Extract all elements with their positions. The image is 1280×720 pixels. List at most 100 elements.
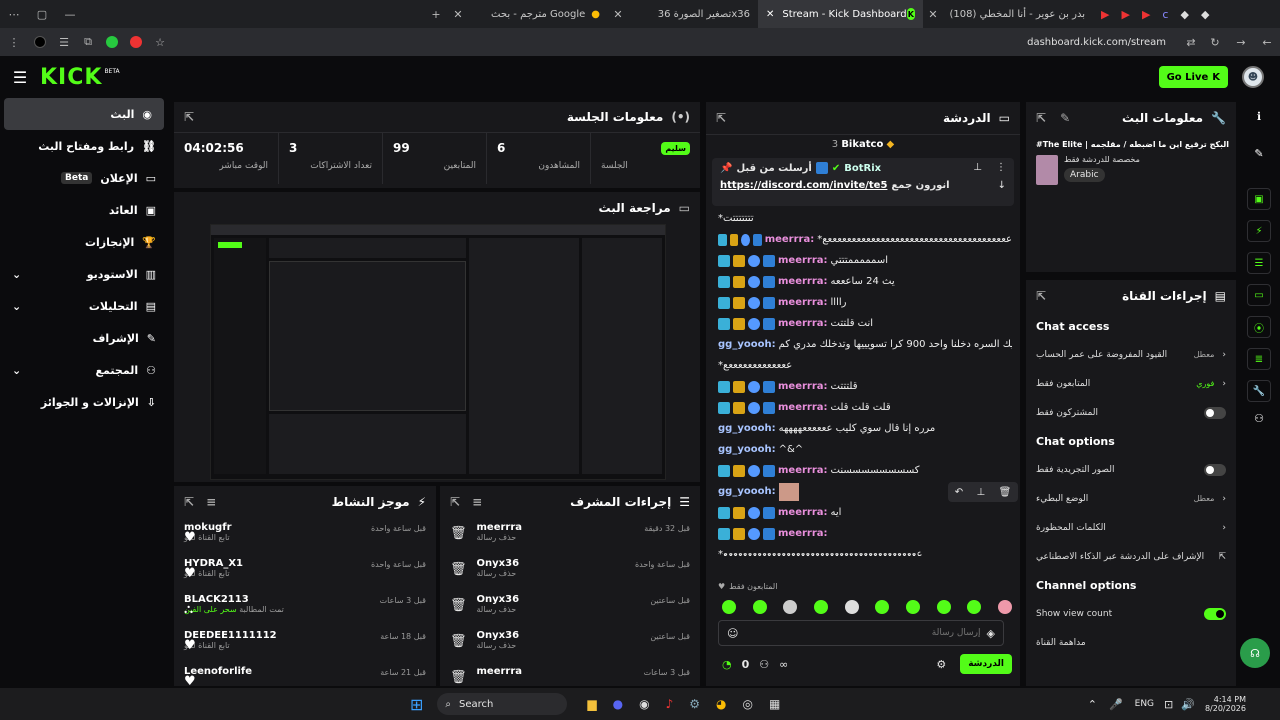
chat-message[interactable]: meerrra: قلت قلت قلت (718, 397, 1012, 418)
close-icon[interactable]: ✕ (766, 9, 774, 20)
infinity-icon[interactable]: ∞ (779, 658, 788, 671)
popout-icon[interactable]: ⇱ (1036, 289, 1046, 303)
hamburger-menu-icon[interactable]: ☰ (0, 68, 40, 87)
sidebar-item[interactable]: ▭ الإعلان Beta (0, 162, 168, 194)
timer-icon[interactable]: ◔ (722, 658, 732, 671)
extensions-icon[interactable]: ⧉ (76, 35, 100, 49)
edit-icon[interactable]: ✎ (1240, 147, 1278, 160)
channel-setting-row[interactable]: Show view count (1036, 599, 1226, 628)
minimize-icon[interactable]: — (56, 8, 84, 21)
chat-input[interactable]: ☺ ◈ (718, 620, 1004, 646)
chat-username[interactable]: meerrra: (778, 381, 828, 392)
wrench-icon[interactable]: 🔧 (1247, 380, 1271, 402)
radio-icon[interactable]: ⦿ (1247, 316, 1271, 338)
profile-icon[interactable] (34, 36, 46, 48)
popout-icon[interactable]: ⇱ (450, 495, 460, 509)
sidebar-item[interactable]: ⇩ الإنزالات و الجوائز (0, 386, 168, 418)
clock[interactable]: 4:14 PM 8/20/2026 (1205, 695, 1246, 713)
reply-icon[interactable]: ↶ (955, 487, 963, 498)
red-extension-icon[interactable] (130, 36, 142, 48)
steam-icon[interactable]: ⚙ (689, 697, 700, 711)
close-icon[interactable]: ✕ (608, 8, 628, 21)
chat-message[interactable]: meerrra: راااا (718, 292, 1012, 313)
emote-icon[interactable] (783, 600, 798, 614)
chat-message[interactable]: meerrra: قلتتتت (718, 376, 1012, 397)
pin-icon[interactable]: ⊥ (973, 162, 982, 174)
mod-action-item[interactable]: قبل 32 دقيقة 🗑 meerrra حذف رسالة (440, 518, 700, 554)
chat-username[interactable]: gg_yoooh: (718, 423, 776, 434)
browser-tab-active[interactable]: ✕ Stream - Kick Dashboard K (758, 0, 923, 28)
tray-chevron-icon[interactable]: ⌃ (1088, 698, 1097, 711)
stream-preview-video[interactable] (210, 224, 666, 480)
close-icon[interactable]: ✕ (923, 8, 943, 21)
sidebar-item[interactable]: 🏆 الإنجازات (0, 226, 168, 258)
app-icon[interactable]: ▦ (769, 697, 780, 711)
taskbar-search[interactable]: ⌕ Search (437, 693, 568, 715)
bookmark-star-icon[interactable]: ☆ (148, 36, 172, 49)
emote-icon[interactable] (813, 600, 828, 614)
chat-message[interactable]: gg_yoooh: ^&^ (718, 439, 1012, 460)
filter-icon[interactable]: ≡ (206, 495, 216, 509)
sidebar-item[interactable]: ▤ التحليلات ⌄ (0, 290, 168, 322)
filter-icon[interactable]: ≡ (472, 495, 482, 509)
url-text[interactable]: dashboard.kick.com/stream (1027, 37, 1166, 48)
chat-username[interactable]: meerrra: (778, 297, 828, 308)
chat-username[interactable]: meerrra: (778, 318, 828, 329)
emote-icon[interactable] (875, 600, 890, 614)
emoji-picker-icon[interactable]: ☺ (727, 627, 738, 640)
menu-icon[interactable]: ⋮ (0, 36, 28, 49)
chat-message-input[interactable] (744, 628, 981, 638)
more-icon[interactable]: ⋮ (996, 162, 1006, 174)
video-panel-icon[interactable]: ▣ (1247, 188, 1271, 210)
chat-username[interactable]: meerrra: (765, 234, 815, 245)
chat-username[interactable]: gg_yoooh: (718, 339, 776, 350)
channel-setting-row[interactable]: الكلمات المحظورة › (1036, 513, 1226, 542)
chat-message[interactable]: meerrra: *ععععععععععععععععععععععععععععععع… (718, 229, 1012, 250)
sidebar-item[interactable]: ◉ البث (4, 98, 164, 130)
extension-icon[interactable]: c (1162, 8, 1168, 21)
popout-icon[interactable]: ⇱ (716, 111, 726, 125)
help-support-icon[interactable]: ☊ (1240, 638, 1270, 668)
emote-icon[interactable] (722, 600, 736, 614)
chat-message[interactable]: *تتتتتتتت (718, 208, 1012, 229)
obs-icon[interactable]: ◎ (743, 697, 753, 711)
channel-setting-row[interactable]: مداهمة القناة (1036, 628, 1226, 657)
pinned-link[interactable]: https://discord.com/invite/te5 (720, 180, 887, 191)
go-live-button[interactable]: Go Live K (1158, 66, 1228, 88)
users-icon[interactable]: ⚇ (1240, 412, 1278, 425)
browser-tab[interactable]: تصغير الصورة 36x36 (628, 0, 758, 28)
file-explorer-icon[interactable]: ▆ (587, 697, 596, 711)
channel-setting-row[interactable]: الإشراف على الدردشة عبر الذكاء الاصطناعي… (1036, 542, 1226, 571)
chat-username[interactable]: meerrra: (778, 255, 828, 266)
channel-setting-row[interactable]: المتابعون فقط فوري › (1036, 369, 1226, 398)
shield-icon[interactable]: ◈ (987, 627, 995, 640)
emote-icon[interactable] (997, 600, 1012, 614)
activity-item[interactable]: قبل ساعة واحدة ♥ HYDRA_X1 تابع القناة للتو (174, 554, 436, 590)
list-icon[interactable]: ☰ (1247, 252, 1271, 274)
chat-message[interactable]: *ععععععععععععععععععععععععععععععععععععععع… (718, 544, 1012, 556)
activity-item[interactable]: قبل 3 ساعات ⛬ BLACK2113 تمت المطالبة سحر عل… (174, 590, 436, 626)
info-icon[interactable]: ℹ (1240, 110, 1278, 123)
green-extension-icon[interactable] (106, 36, 118, 48)
chat-message[interactable]: *عععععععععععععع (718, 355, 1012, 376)
users-icon[interactable]: ⚇ (759, 658, 769, 671)
discord-icon[interactable]: ● (613, 697, 623, 711)
chat-username[interactable]: meerrra: (778, 528, 828, 539)
app-icon[interactable]: ◉ (639, 697, 649, 711)
chat-message[interactable]: meerrra: كسسسسسسسسنت (718, 460, 1012, 481)
chat-username[interactable]: meerrra: (778, 465, 828, 476)
youtube-icon[interactable]: ▶ (1101, 8, 1109, 21)
expand-icon[interactable]: ↓ (998, 180, 1006, 191)
site-settings-icon[interactable]: ⇄ (1180, 36, 1202, 49)
emote-icon[interactable] (844, 600, 859, 614)
stack-icon[interactable]: ≣ (1247, 348, 1271, 370)
sidebar-item[interactable]: ⛓ رابط ومفتاح البث (0, 130, 168, 162)
diamond-icon[interactable]: ◆ (1180, 8, 1188, 21)
sidebar-item[interactable]: ✎ الإشراف (0, 322, 168, 354)
chrome-icon[interactable]: ◕ (716, 697, 726, 711)
chat-message[interactable]: meerrra: اسمممممتتتي (718, 250, 1012, 271)
windows-start-icon[interactable]: ⊞ (410, 695, 423, 714)
popout-icon[interactable]: ⇱ (1036, 111, 1046, 125)
chat-message[interactable]: meerrra: انت قلتتت (718, 313, 1012, 334)
chat-icon[interactable]: ▭ (1247, 284, 1271, 306)
